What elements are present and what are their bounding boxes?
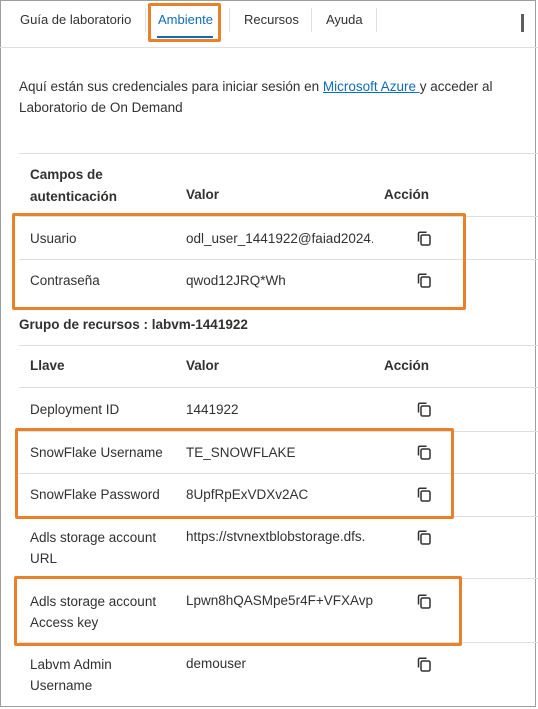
resource-group-title: Grupo de recursos : labvm-1441922 [19, 317, 248, 332]
table-divider [19, 642, 538, 643]
tab-help[interactable]: Ayuda [326, 12, 363, 27]
auth-field-password: Contraseña [30, 273, 100, 288]
auth-value-username: odl_user_1441922@faiad2024.c [186, 231, 373, 246]
copy-icon[interactable] [417, 594, 431, 609]
copy-icon[interactable] [417, 657, 431, 672]
auth-header-value: Valor [186, 187, 220, 202]
table-divider [19, 516, 538, 517]
tab-separator [145, 8, 146, 32]
copy-icon[interactable] [417, 445, 431, 460]
tab-environment[interactable]: Ambiente [158, 12, 213, 27]
rg-field-adls-key: Adls storage account Access key [30, 594, 157, 630]
tab-resources[interactable]: Recursos [244, 12, 299, 27]
table-divider [19, 216, 538, 217]
copy-icon[interactable] [417, 402, 431, 417]
copy-icon[interactable] [417, 273, 431, 288]
rg-value-snowflake-username: TE_SNOWFLAKE [186, 445, 296, 460]
rg-value-snowflake-password: 8UpfRpExVDXv2AC [186, 487, 309, 502]
table-divider [19, 345, 538, 346]
auth-value-password: qwod12JRQ*Wh [186, 273, 286, 288]
panel-edge-handle [521, 14, 524, 32]
table-divider [19, 473, 538, 474]
tab-bar: Guía de laboratorio Ambiente Recursos Ay… [0, 0, 538, 48]
rg-header-key: Llave [30, 358, 65, 373]
auth-header-action: Acción [384, 187, 430, 202]
tab-separator [311, 8, 312, 32]
copy-icon[interactable] [417, 530, 431, 545]
active-tab-indicator [157, 36, 213, 38]
tab-separator [229, 8, 230, 32]
table-divider [19, 259, 538, 260]
table-divider [19, 153, 538, 154]
rg-field-snowflake-password: SnowFlake Password [30, 487, 160, 502]
rg-field-adls-url: Adls storage account URL [30, 530, 157, 566]
table-divider [19, 578, 538, 579]
tab-lab-guide[interactable]: Guía de laboratorio [20, 12, 131, 27]
copy-icon[interactable] [417, 487, 431, 502]
copy-icon[interactable] [417, 231, 431, 246]
auth-header-field: Campos de autenticación [30, 167, 118, 204]
rg-value-deployment-id: 1441922 [186, 402, 239, 417]
rg-value-adls-url: https://stvnextblobstorage.dfs. [186, 529, 366, 544]
rg-header-action: Acción [384, 358, 430, 373]
rg-value-adls-key: Lpwn8hQASMpe5r4F+VFXAvpr [186, 593, 373, 608]
azure-link[interactable]: Microsoft Azure [323, 79, 420, 94]
tab-separator [376, 8, 377, 32]
table-divider [19, 387, 538, 388]
auth-field-username: Usuario [30, 231, 77, 246]
rg-field-snowflake-username: SnowFlake Username [30, 445, 163, 460]
table-divider [19, 431, 538, 432]
rg-field-deployment-id: Deployment ID [30, 402, 120, 417]
rg-field-labvm-admin-username: Labvm Admin Username [30, 657, 112, 693]
rg-value-labvm-admin-username: demouser [186, 656, 247, 671]
rg-header-value: Valor [186, 358, 220, 373]
intro-text: Aquí están sus credenciales para iniciar… [19, 79, 493, 115]
